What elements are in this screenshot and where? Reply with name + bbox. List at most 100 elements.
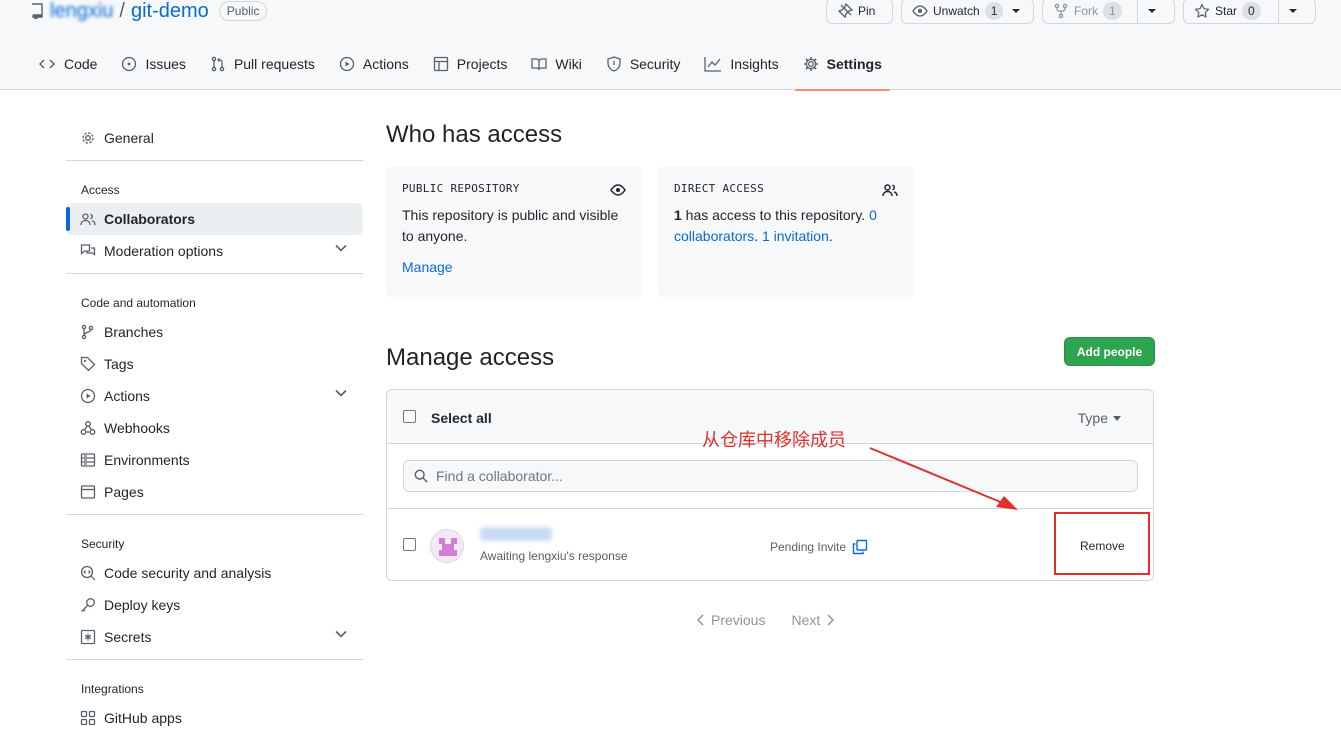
sidebar-item-actions[interactable]: Actions <box>66 380 363 412</box>
tab-issues[interactable]: Issues <box>113 46 193 90</box>
pin-button[interactable]: Pin <box>826 0 893 24</box>
card-label: PUBLIC REPOSITORY <box>402 182 520 195</box>
who-has-access-heading: Who has access <box>386 121 563 148</box>
table-icon <box>433 56 449 72</box>
sidebar-item-label: Moderation options <box>104 243 224 259</box>
row-checkbox[interactable] <box>403 538 416 551</box>
sidebar-item-tags[interactable]: Tags <box>66 348 363 380</box>
sidebar-section-security: Security <box>81 537 125 551</box>
star-button[interactable]: Star 0 <box>1184 0 1278 23</box>
pin-icon <box>837 3 853 19</box>
chevron-right-icon <box>826 614 835 626</box>
tab-actions[interactable]: Actions <box>331 46 417 90</box>
tab-insights[interactable]: Insights <box>696 46 786 90</box>
book-icon <box>531 56 548 72</box>
sidebar-item-label: Tags <box>104 356 134 372</box>
sidebar-item-general[interactable]: General <box>66 122 363 154</box>
avatar <box>430 529 464 563</box>
card-description: This repository is public and visible to… <box>402 207 619 244</box>
unwatch-dropdown[interactable] <box>1009 0 1029 23</box>
add-people-button[interactable]: Add people <box>1064 337 1155 366</box>
settings-sidebar: General Access Collaborators Moderation … <box>66 122 363 733</box>
star-counter: 0 <box>1242 2 1261 20</box>
tab-label: Settings <box>826 56 882 72</box>
repo-title: lengxiu / git-demo Public <box>30 0 268 23</box>
fork-dropdown[interactable] <box>1137 0 1166 23</box>
pin-label: Pin <box>858 4 876 18</box>
type-filter-dropdown[interactable]: Type <box>1078 410 1121 426</box>
invitation-link[interactable]: 1 invitation <box>762 228 829 244</box>
chevron-down-icon <box>335 244 347 252</box>
copy-icon[interactable] <box>852 539 868 555</box>
sidebar-item-webhooks[interactable]: Webhooks <box>66 412 363 444</box>
fork-button[interactable]: Fork 1 <box>1043 0 1137 23</box>
repo-owner-link[interactable]: lengxiu <box>50 0 113 23</box>
repo-name-link[interactable]: git-demo <box>131 0 209 23</box>
chevron-down-icon <box>335 389 347 397</box>
next-label: Next <box>791 612 821 628</box>
pagination: Previous Next <box>697 612 835 628</box>
gear-icon <box>803 56 819 72</box>
sidebar-item-branches[interactable]: Branches <box>66 316 363 348</box>
tab-pull-requests[interactable]: Pull requests <box>202 46 323 90</box>
repo-header: lengxiu / git-demo Public Pin Unwatch 1 … <box>0 0 1341 91</box>
type-filter-label: Type <box>1077 410 1108 426</box>
sidebar-item-label: Deploy keys <box>104 597 181 613</box>
manage-visibility-link[interactable]: Manage <box>402 257 626 278</box>
repo-tabs: Code Issues Pull requests Actions Projec… <box>30 46 898 91</box>
tag-icon <box>80 356 96 372</box>
triangle-down-icon <box>1113 415 1121 421</box>
sidebar-section-integrations: Integrations <box>81 682 144 696</box>
sidebar-item-deploy-keys[interactable]: Deploy keys <box>66 589 363 621</box>
comment-discussion-icon <box>80 243 96 259</box>
tab-label: Actions <box>362 56 409 72</box>
tab-code[interactable]: Code <box>30 46 105 90</box>
direct-access-count: 1 <box>674 207 682 223</box>
key-icon <box>80 597 96 613</box>
sidebar-item-code-security[interactable]: Code security and analysis <box>66 557 363 589</box>
fork-button-group: Fork 1 <box>1042 0 1175 24</box>
sidebar-item-label: Branches <box>104 324 164 340</box>
direct-access-end: . <box>828 228 833 244</box>
sidebar-section-access: Access <box>81 183 120 197</box>
sidebar-item-environments[interactable]: Environments <box>66 444 363 476</box>
username-link[interactable] <box>480 527 552 541</box>
eye-icon <box>610 182 626 198</box>
sidebar-item-moderation[interactable]: Moderation options <box>66 235 363 267</box>
tab-label: Pull requests <box>233 56 315 72</box>
sidebar-item-label: Actions <box>104 388 150 404</box>
shield-icon <box>606 56 622 72</box>
tab-wiki[interactable]: Wiki <box>523 46 589 90</box>
code-icon <box>38 56 56 72</box>
previous-page-button[interactable]: Previous <box>697 612 765 628</box>
play-icon <box>339 56 355 72</box>
tab-projects[interactable]: Projects <box>425 46 516 90</box>
sidebar-item-label: GitHub apps <box>104 710 182 726</box>
next-page-button[interactable]: Next <box>791 612 835 628</box>
sidebar-item-secrets[interactable]: Secrets <box>66 621 363 653</box>
people-icon <box>80 211 96 227</box>
star-dropdown[interactable] <box>1278 0 1307 23</box>
tab-security[interactable]: Security <box>598 46 689 90</box>
repo-icon <box>30 3 44 19</box>
tab-label: Code <box>64 56 98 72</box>
sidebar-item-github-apps[interactable]: GitHub apps <box>66 702 363 733</box>
direct-access-card: DIRECT ACCESS 1 has access to this repos… <box>658 166 914 297</box>
annotation-label: 从仓库中移除成员 <box>702 430 846 451</box>
sidebar-item-pages[interactable]: Pages <box>66 476 363 508</box>
unwatch-button[interactable]: Unwatch 1 <box>901 0 1034 24</box>
select-all-checkbox[interactable] <box>403 410 416 423</box>
sidebar-item-collaborators[interactable]: Collaborators <box>66 203 363 235</box>
sidebar-item-label: General <box>104 130 154 146</box>
tab-label: Security <box>629 56 681 72</box>
tab-settings[interactable]: Settings <box>794 46 891 91</box>
direct-access-sep: . <box>754 228 762 244</box>
annotation-arrow-icon <box>869 447 1018 510</box>
public-repository-card: PUBLIC REPOSITORY This repository is pub… <box>386 166 642 297</box>
browser-icon <box>80 484 96 500</box>
chevron-down-icon <box>335 630 347 638</box>
asterisk-icon <box>80 629 96 645</box>
fork-icon <box>1053 3 1069 19</box>
gear-icon <box>80 130 96 146</box>
pull-request-icon <box>210 56 226 72</box>
